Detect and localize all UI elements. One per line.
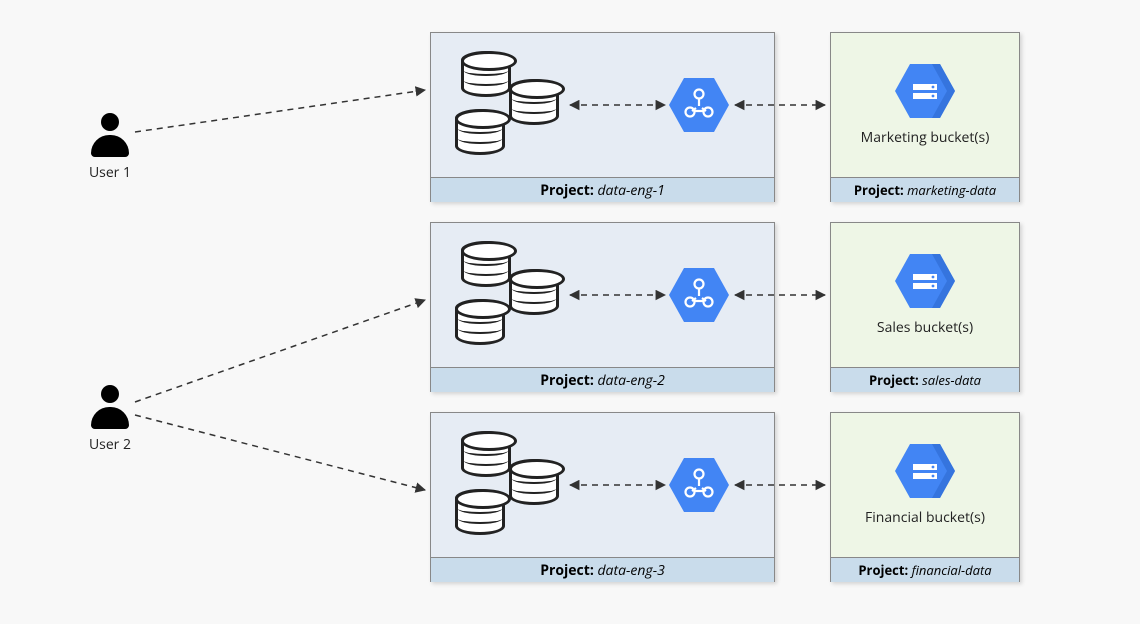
user-icon [91,385,129,429]
project-3-name: data-eng-3 [597,561,664,580]
storage-hexagon-icon [895,254,955,308]
project-label-prefix: Project: [540,181,594,200]
user-2-node: User 2 [60,385,160,454]
bucket-1-name: marketing-data [907,181,996,199]
project-2-name: data-eng-2 [597,371,664,390]
bucket-label-prefix: Project: [869,371,919,389]
bucket-label-prefix: Project: [854,181,904,199]
dataproc-hexagon-icon [669,78,729,132]
arrow-user1-to-proj1 [135,90,425,132]
project-1-name: data-eng-1 [597,181,664,200]
bucket-2-title: Sales bucket(s) [877,318,973,337]
arrow-user2-to-proj3 [135,415,425,490]
database-cluster-icon [451,51,571,161]
storage-hexagon-icon [895,64,955,118]
user-2-label: User 2 [60,435,160,454]
bucket-box-2: Sales bucket(s) Project: sales-data [830,222,1020,392]
database-cluster-icon [451,241,571,351]
project-2-footer: Project: data-eng-2 [431,367,774,392]
project-box-1: Project: data-eng-1 [430,32,775,202]
arrow-user2-to-proj2 [135,300,425,402]
project-box-3: Project: data-eng-3 [430,412,775,582]
bucket-1-footer: Project: marketing-data [831,177,1019,202]
bucket-3-name: financial-data [912,561,992,579]
project-label-prefix: Project: [540,561,594,580]
project-1-footer: Project: data-eng-1 [431,177,774,202]
bucket-label-prefix: Project: [858,561,908,579]
database-cluster-icon [451,431,571,541]
user-1-label: User 1 [60,163,160,182]
bucket-box-3: Financial bucket(s) Project: financial-d… [830,412,1020,582]
dataproc-hexagon-icon [669,458,729,512]
project-label-prefix: Project: [540,371,594,390]
bucket-3-footer: Project: financial-data [831,557,1019,582]
storage-hexagon-icon [895,444,955,498]
bucket-box-1: Marketing bucket(s) Project: marketing-d… [830,32,1020,202]
bucket-3-title: Financial bucket(s) [865,508,985,527]
bucket-2-footer: Project: sales-data [831,367,1019,392]
bucket-1-title: Marketing bucket(s) [861,128,990,147]
user-icon [91,113,129,157]
bucket-2-name: sales-data [922,371,981,389]
project-box-2: Project: data-eng-2 [430,222,775,392]
project-3-footer: Project: data-eng-3 [431,557,774,582]
dataproc-hexagon-icon [669,268,729,322]
user-1-node: User 1 [60,113,160,182]
